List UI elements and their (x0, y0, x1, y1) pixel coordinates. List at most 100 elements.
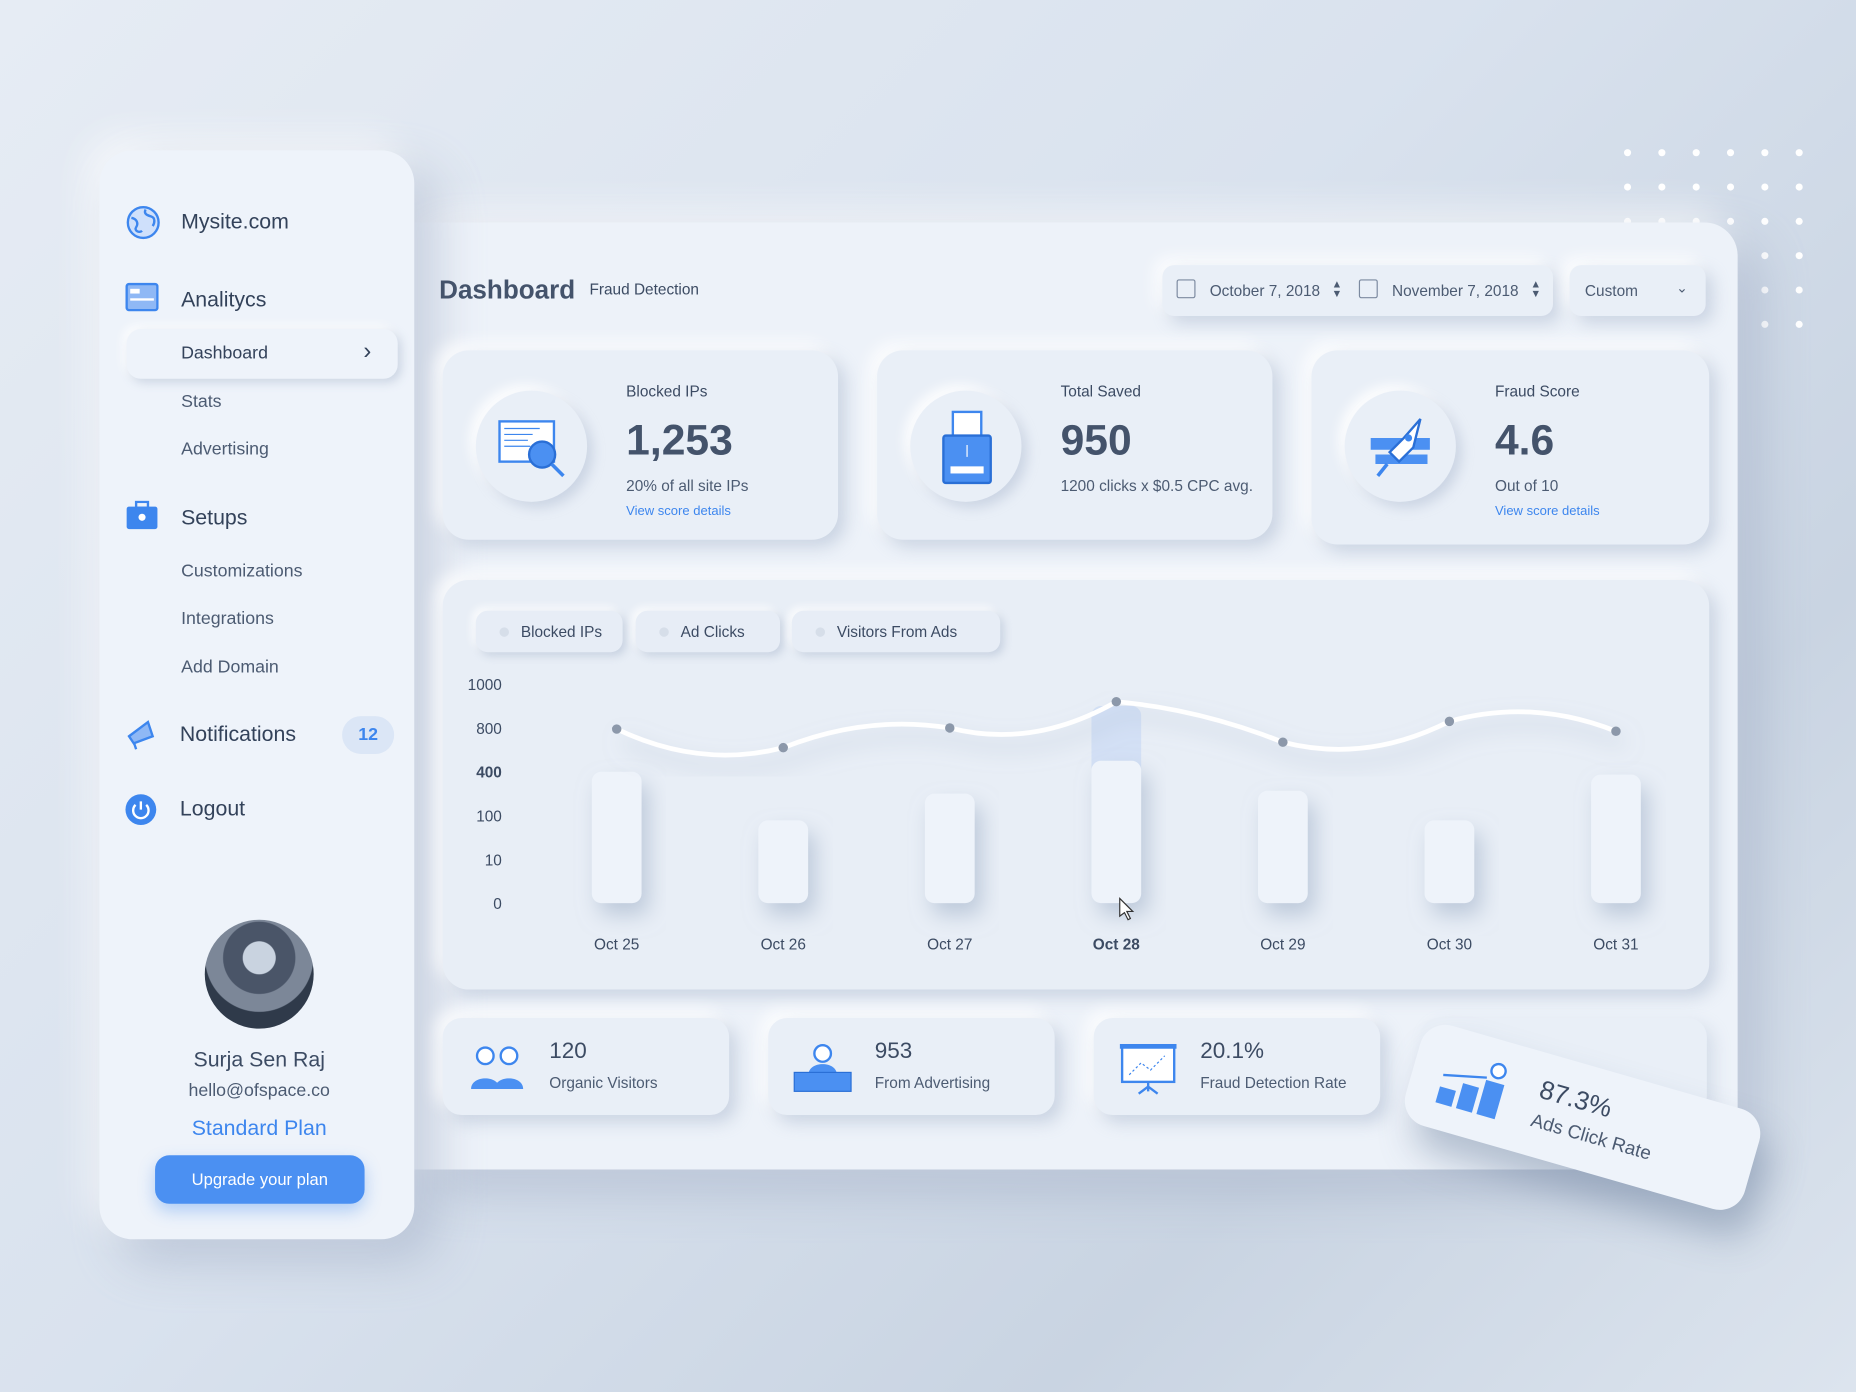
megaphone-icon (127, 720, 155, 750)
y-tick-label: 400 (476, 765, 502, 782)
kpi-value: 1,253 (626, 415, 733, 464)
bar (591, 771, 642, 904)
x-tick-label: Oct 31 (1593, 936, 1638, 953)
bar (924, 793, 975, 904)
chevron-down-icon: ⌄ (1676, 279, 1688, 296)
kpi-value: 950 (1060, 415, 1132, 464)
stat-value: 953 (874, 1039, 913, 1065)
stat-card-fraud-detection-rate: 20.1% Fraud Detection Rate (1093, 1017, 1381, 1116)
legend-ad-clicks[interactable]: Ad Clicks (635, 610, 781, 653)
view-score-details-link[interactable]: View score details (1495, 504, 1600, 518)
legend-blocked-ips[interactable]: Blocked IPs (475, 610, 623, 653)
nav-setups[interactable]: Setups (181, 505, 247, 530)
dot (1761, 149, 1769, 157)
globe-icon (126, 205, 160, 240)
toolbox-icon (126, 500, 158, 530)
profile-name: Surja Sen Raj (193, 1047, 325, 1072)
page-title: Dashboard (439, 274, 576, 305)
legend-visitors-from-ads[interactable]: Visitors From Ads (791, 610, 1001, 653)
nav-notifications[interactable]: Notifications (180, 722, 296, 747)
y-tick-label: 800 (476, 721, 502, 738)
range-select-value: Custom (1584, 281, 1638, 300)
stat-label: Organic Visitors (549, 1073, 658, 1092)
dot (1623, 183, 1632, 191)
dot (1726, 149, 1735, 157)
cash-box-icon (910, 390, 1022, 502)
dot (1761, 252, 1769, 260)
line-point (1611, 726, 1621, 736)
page-subtitle: Fraud Detection (589, 280, 699, 299)
range-select[interactable]: Custom ⌄ (1569, 265, 1706, 317)
profile-plan: Standard Plan (191, 1116, 327, 1140)
growth-chart-icon (1435, 1062, 1507, 1120)
rocket-icon (1344, 390, 1456, 502)
nav-item-integrations[interactable]: Integrations (181, 608, 274, 628)
bar (1258, 790, 1308, 904)
bar (1091, 760, 1142, 904)
dot (1795, 252, 1803, 260)
chart: 1000800400100100Oct 25 Oct 26 Oct 27 Oct 28… (468, 677, 1641, 953)
stat-value: 20.1% (1200, 1039, 1265, 1065)
kpi-note: 1200 clicks x $0.5 CPC avg. (1060, 477, 1254, 495)
line-point (1278, 737, 1288, 747)
dot (1795, 183, 1803, 191)
stat-card-from-advertising: 953 From Advertising (768, 1017, 1055, 1116)
blocked-ips-icon (475, 390, 588, 502)
upgrade-plan-button[interactable]: Upgrade your plan (155, 1155, 365, 1204)
nav-logout[interactable]: Logout (180, 797, 245, 822)
calendar-icon (1176, 279, 1196, 299)
dot (1726, 217, 1735, 225)
kpi-value: 4.6 (1494, 415, 1555, 464)
presentation-board-icon (1119, 1043, 1177, 1095)
date-from-input[interactable]: October 7, 2018 (1210, 282, 1320, 300)
cursor-icon (1119, 897, 1135, 921)
kpi-note: Out of 10 (1494, 477, 1559, 495)
kpi-card-fraud-score: Fraud Score 4.6 Out of 10 View score det… (1311, 350, 1710, 545)
x-tick-label: Oct 25 (594, 936, 639, 953)
stat-label: Fraud Detection Rate (1200, 1073, 1347, 1092)
line-point (945, 723, 955, 733)
office-worker-icon (793, 1043, 852, 1092)
brand-name[interactable]: Mysite.com (181, 210, 289, 235)
nav-analytics[interactable]: Analitycs (181, 288, 266, 313)
dot (1692, 183, 1700, 191)
line-point (1444, 716, 1455, 727)
dot (1726, 183, 1735, 191)
bar (758, 820, 809, 904)
y-tick-label: 100 (476, 808, 502, 825)
nav-item-customizations[interactable]: Customizations (181, 561, 302, 581)
x-tick-label: Oct 30 (1427, 936, 1472, 953)
x-tick-label: Oct 29 (1260, 936, 1305, 953)
nav-item-label: Dashboard (181, 343, 268, 364)
line-point (611, 724, 622, 734)
stat-card-organic-visitors: 120 Organic Visitors (442, 1017, 730, 1116)
dot (1761, 217, 1769, 225)
visitors-icon (471, 1046, 524, 1089)
y-tick-label: 0 (493, 896, 502, 913)
view-score-details-link[interactable]: View score details (626, 504, 731, 518)
stepper-icon[interactable]: ▲ ▼ (1530, 279, 1541, 299)
nav-item-add-domain[interactable]: Add Domain (181, 657, 279, 677)
dot (1795, 286, 1803, 294)
dot (1795, 149, 1803, 157)
kpi-card-total-saved: Total Saved 950 1200 clicks x $0.5 CPC a… (877, 350, 1273, 540)
nav-item-stats[interactable]: Stats (181, 392, 221, 412)
dot (1795, 320, 1803, 328)
stat-value: 120 (549, 1039, 587, 1065)
kpi-label: Blocked IPs (626, 382, 708, 401)
power-icon (125, 794, 157, 826)
nav-item-dashboard[interactable]: Dashboard › (126, 329, 398, 379)
stepper-icon[interactable]: ▲ ▼ (1332, 279, 1343, 299)
kpi-label: Fraud Score (1494, 382, 1580, 401)
date-to-input[interactable]: November 7, 2018 (1392, 282, 1519, 300)
bar (1424, 820, 1475, 904)
stat-label: From Advertising (874, 1073, 991, 1092)
nav-item-advertising[interactable]: Advertising (181, 439, 269, 459)
x-tick-label: Oct 26 (761, 936, 806, 953)
analytics-icon (125, 282, 159, 312)
chevron-right-icon: › (363, 338, 372, 365)
y-tick-label: 10 (485, 852, 502, 869)
avatar[interactable] (204, 919, 314, 1029)
dot (1795, 217, 1803, 225)
y-tick-label: 1000 (468, 677, 502, 694)
